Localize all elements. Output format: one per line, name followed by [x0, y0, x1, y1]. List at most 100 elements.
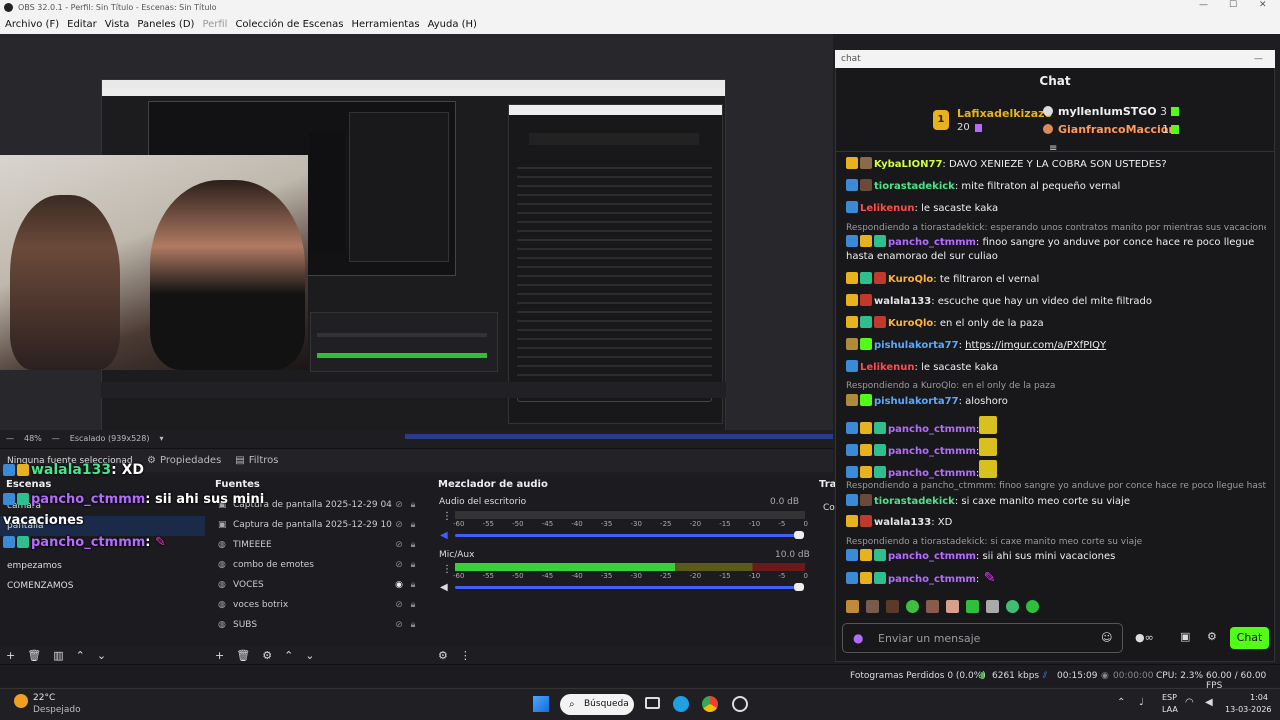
filters-button[interactable]: ▤ Filtros: [235, 455, 278, 466]
eye-icon[interactable]: ◉: [392, 580, 406, 590]
microphone-icon[interactable]: ●: [853, 631, 863, 645]
kebab-menu-icon[interactable]: ⋮: [442, 564, 452, 575]
chevron-up-icon[interactable]: ⌃: [1117, 697, 1125, 708]
obs-icon[interactable]: [732, 696, 748, 712]
slider-knob[interactable]: [794, 583, 804, 591]
minimize-button[interactable]: —: [1199, 0, 1208, 10]
gear-icon[interactable]: ⚙: [262, 649, 272, 662]
language-layout[interactable]: LAA: [1162, 705, 1178, 714]
emote-icon[interactable]: [946, 600, 959, 613]
eye-hidden-icon[interactable]: ⊘: [392, 560, 406, 570]
chat-username[interactable]: Lelikenun: [860, 362, 915, 373]
chat-username[interactable]: pancho_ctmmm: [888, 424, 976, 435]
eye-hidden-icon[interactable]: ⊘: [392, 540, 406, 550]
preview-area[interactable]: [0, 34, 833, 431]
chat-username[interactable]: KuroQlo: [888, 318, 933, 329]
emote-icon[interactable]: [906, 600, 919, 613]
expand-icon[interactable]: ≡: [1049, 143, 1057, 154]
source-row[interactable]: ◍ voces botrix ⊘ 🔒︎: [214, 595, 420, 615]
transition-select[interactable]: Co: [823, 503, 835, 513]
chat-username[interactable]: KuroQlo: [888, 274, 933, 285]
slider-knob[interactable]: [794, 531, 804, 539]
zoom-out-icon[interactable]: —: [6, 434, 14, 443]
wifi-icon[interactable]: ◠: [1185, 697, 1194, 708]
emote-icon[interactable]: [986, 600, 999, 613]
reply-reference[interactable]: Respondiendo a KuroQlo: en el only de la…: [846, 381, 1266, 391]
chevron-up-icon[interactable]: ⌃: [284, 649, 293, 662]
emote-icon[interactable]: [866, 600, 879, 613]
source-row[interactable]: ◍ TIMEEEE ⊘ 🔒︎: [214, 535, 420, 555]
leader-1-name[interactable]: Lafixadelkizazo: [957, 107, 1052, 120]
trash-icon[interactable]: 🗑︎: [236, 649, 250, 662]
weather-desc[interactable]: Despejado: [33, 705, 81, 715]
eye-hidden-icon[interactable]: ⊘: [392, 620, 406, 630]
emote-icon[interactable]: [886, 600, 899, 613]
eye-hidden-icon[interactable]: ⊘: [392, 520, 406, 530]
source-row[interactable]: ◍ SUBS ⊘ 🔒︎: [214, 615, 420, 635]
lock-icon[interactable]: 🔒︎: [406, 580, 420, 590]
eye-hidden-icon[interactable]: ⊘: [392, 600, 406, 610]
chevron-down-icon[interactable]: ▾: [159, 434, 163, 443]
chat-username[interactable]: tiorastadekick: [874, 496, 955, 507]
menu-coleccion-escenas[interactable]: Colección de Escenas: [235, 19, 343, 30]
desktop-audio-slider[interactable]: [455, 534, 800, 537]
chevron-down-icon[interactable]: ⌄: [97, 649, 106, 662]
microphone-icon[interactable]: ♩: [1139, 697, 1144, 708]
chat-username[interactable]: pishulakorta77: [874, 340, 959, 351]
chat-input-placeholder[interactable]: Enviar un mensaje: [878, 632, 980, 645]
chat-username[interactable]: tiorastadekick: [874, 181, 955, 192]
menu-herramientas[interactable]: Herramientas: [351, 19, 419, 30]
send-chat-button[interactable]: Chat: [1230, 627, 1269, 649]
menu-paneles[interactable]: Paneles (D): [137, 19, 194, 30]
chat-username[interactable]: Lelikenun: [860, 203, 915, 214]
chat-username[interactable]: KybaLION77: [874, 159, 942, 170]
lock-icon[interactable]: 🔒︎: [406, 500, 420, 510]
trash-icon[interactable]: 🗑︎: [27, 649, 41, 662]
emote-icon[interactable]: [846, 600, 859, 613]
lock-icon[interactable]: 🔒︎: [406, 540, 420, 550]
weather-temp[interactable]: 22°C: [33, 693, 55, 703]
lock-icon[interactable]: 🔒︎: [406, 520, 420, 530]
reply-reference[interactable]: Respondiendo a tiorastadekick: esperando…: [846, 223, 1266, 233]
chat-username[interactable]: walala133: [874, 296, 931, 307]
speaker-icon[interactable]: ◀: [1205, 697, 1213, 708]
clock-date[interactable]: 13-03-2026: [1225, 705, 1272, 714]
minimize-button[interactable]: —: [1254, 50, 1263, 68]
chrome-icon[interactable]: [702, 696, 718, 712]
reply-reference[interactable]: Respondiendo a pancho_ctmmm: finoo sangr…: [846, 481, 1266, 491]
emote-icon[interactable]: [1026, 600, 1039, 613]
properties-button[interactable]: ⚙ Propiedades: [147, 455, 221, 466]
maximize-button[interactable]: ☐: [1229, 0, 1237, 10]
emote-icon[interactable]: [1006, 600, 1019, 613]
chat-username[interactable]: pancho_ctmmm: [888, 551, 976, 562]
add-source-icon[interactable]: +: [215, 649, 224, 662]
chat-username[interactable]: pancho_ctmmm: [888, 468, 976, 479]
add-scene-icon[interactable]: +: [6, 649, 15, 662]
menu-vista[interactable]: Vista: [105, 19, 130, 30]
gear-icon[interactable]: ⚙: [438, 649, 448, 662]
filter-icon[interactable]: ▥: [53, 649, 63, 662]
emote-icon[interactable]: [966, 600, 979, 613]
store-icon[interactable]: ▣: [1180, 630, 1190, 643]
menu-ayuda[interactable]: Ayuda (H): [428, 19, 477, 30]
close-button[interactable]: ✕: [1259, 0, 1267, 10]
language[interactable]: ESP: [1162, 693, 1177, 702]
chat-username[interactable]: pishulakorta77: [874, 396, 959, 407]
lock-icon[interactable]: 🔒︎: [406, 620, 420, 630]
scene-item[interactable]: COMENZAMOS: [0, 576, 205, 596]
chat-username[interactable]: walala133: [874, 517, 931, 528]
lock-icon[interactable]: 🔒︎: [406, 600, 420, 610]
mic-aux-slider[interactable]: [455, 586, 800, 589]
gear-icon[interactable]: ⚙: [1207, 630, 1217, 643]
taskbar-search[interactable]: ⌕ Búsqueda: [560, 694, 634, 715]
eye-hidden-icon[interactable]: ⊘: [392, 500, 406, 510]
scene-item[interactable]: empezamos: [0, 556, 205, 576]
menu-editar[interactable]: Editar: [67, 19, 97, 30]
chat-username[interactable]: pancho_ctmmm: [888, 237, 976, 248]
clock-time[interactable]: 1:04: [1250, 693, 1268, 702]
chevron-up-icon[interactable]: ⌃: [76, 649, 85, 662]
speaker-icon[interactable]: ◀: [440, 530, 448, 541]
chat-input-box[interactable]: ● Enviar un mensaje ☺: [842, 623, 1123, 653]
chat-link[interactable]: https://imgur.com/a/PXfPIQY: [965, 340, 1106, 351]
scale-select[interactable]: Escalado (939x528): [70, 434, 150, 443]
